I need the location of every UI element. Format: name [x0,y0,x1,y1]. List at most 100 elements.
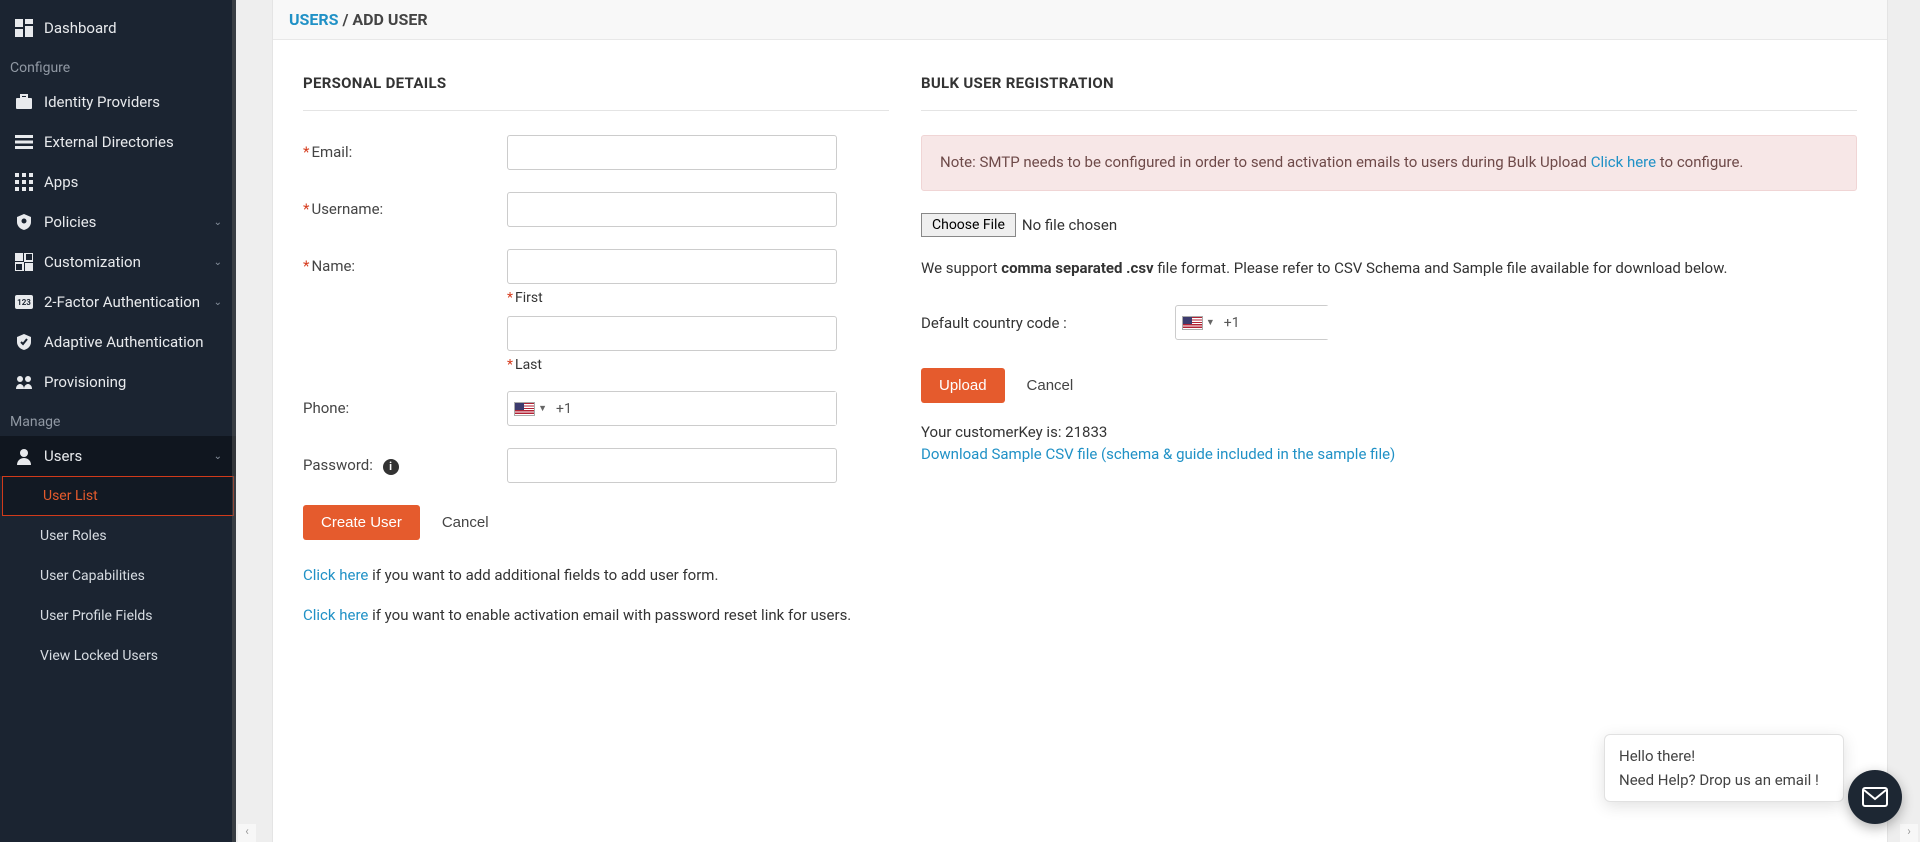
nav-2fa[interactable]: 123 2-Factor Authentication ⌄ [0,282,236,322]
country-code-label: Default country code : [921,314,1067,332]
row-password: Password: i [303,448,889,483]
chat-line-2: Need Help? Drop us an email ! [1619,771,1829,789]
mail-icon [1862,787,1888,807]
section-configure: Configure [0,48,236,82]
personal-details-column: PERSONAL DETAILS *Email: *Username: [303,74,889,812]
label-username: *Username: [303,192,507,227]
divider [303,110,889,111]
breadcrumb-sep: / [339,10,353,29]
info-icon[interactable]: i [383,459,399,475]
label-name: *Name: [303,249,507,373]
file-row: Choose File No file chosen [921,213,1857,237]
alert-text-post: to configure. [1656,153,1743,171]
shield-icon [14,212,34,232]
support-text: We support comma separated .csv file for… [921,257,1857,280]
nav-adaptive-auth[interactable]: Adaptive Authentication [0,322,236,362]
bulk-buttons: Upload Cancel [921,368,1857,403]
subnav-user-roles[interactable]: User Roles [0,516,236,556]
nav-identity-providers[interactable]: Identity Providers [0,82,236,122]
choose-file-button[interactable]: Choose File [921,213,1016,237]
subnav-label: User List [43,488,98,504]
input-phone[interactable] [580,392,836,425]
input-password[interactable] [507,448,837,483]
download-sample-link[interactable]: Download Sample CSV file (schema & guide… [921,445,1395,463]
label-email: *Email: [303,135,507,170]
bulk-registration-title: BULK USER REGISTRATION [921,74,1857,92]
sidebar: Dashboard Configure Identity Providers E… [0,0,236,842]
chat-popover[interactable]: Hello there! Need Help? Drop us an email… [1604,734,1844,802]
shield-check-icon [14,332,34,352]
label-name-text: Name: [311,257,355,275]
twofa-icon: 123 [14,292,34,312]
hint-additional-fields-link[interactable]: Click here [303,566,368,584]
create-user-button[interactable]: Create User [303,505,420,540]
subnav-user-list[interactable]: User List [2,476,234,516]
subnav-user-capabilities[interactable]: User Capabilities [0,556,236,596]
nav-label: External Directories [44,133,174,151]
label-username-text: Username: [311,200,383,218]
row-name: *Name: *First *Last [303,249,889,373]
breadcrumb-current: ADD USER [352,10,427,29]
briefcase-icon [14,92,34,112]
chevron-down-icon: ⌄ [214,297,222,308]
customer-key-label: Your customerKey is: [921,423,1065,441]
customize-icon [14,252,34,272]
chat-fab[interactable] [1848,770,1902,824]
country-code-selector[interactable]: ▼ [1176,316,1216,330]
bulk-cancel-button[interactable]: Cancel [1009,368,1092,403]
main-area: USERS / ADD USER PERSONAL DETAILS *Email… [236,0,1920,842]
input-last-name[interactable] [507,316,837,351]
chevron-down-icon: ⌄ [214,451,222,462]
breadcrumb: USERS / ADD USER [273,0,1887,40]
cancel-button[interactable]: Cancel [424,505,507,540]
breadcrumb-users-link[interactable]: USERS [289,10,339,29]
hint-additional-fields: Click here if you want to add additional… [303,566,889,584]
chevron-down-icon: ⌄ [214,257,222,268]
nav-apps[interactable]: Apps [0,162,236,202]
subnav-view-locked-users[interactable]: View Locked Users [0,636,236,676]
nav-label: 2-Factor Authentication [44,293,200,311]
row-email: *Email: [303,135,889,170]
nav-provisioning[interactable]: Provisioning [0,362,236,402]
input-username[interactable] [507,192,837,227]
phone-country-selector[interactable]: ▼ [508,402,548,416]
customer-key-line: Your customerKey is: 21833 [921,423,1857,441]
input-country-code[interactable] [1248,306,1437,339]
hint-activation-email-text: if you want to enable activation email w… [368,606,851,624]
nav-dashboard[interactable]: Dashboard [0,8,236,48]
country-code-input-wrap: ▼ +1 [1175,305,1329,340]
alert-configure-link[interactable]: Click here [1591,153,1656,171]
phone-input-wrap: ▼ +1 [507,391,837,426]
nav-customization[interactable]: Customization ⌄ [0,242,236,282]
upload-button[interactable]: Upload [921,368,1005,403]
form-buttons: Create User Cancel [303,505,889,540]
label-email-text: Email: [311,143,352,161]
nav-policies[interactable]: Policies ⌄ [0,202,236,242]
nav-label: Policies [44,213,96,231]
nav-external-directories[interactable]: External Directories [0,122,236,162]
input-email[interactable] [507,135,837,170]
sublabel-last: *Last [507,357,889,373]
caret-down-icon: ▼ [1206,317,1215,328]
customer-key-value: 21833 [1065,423,1107,441]
caret-down-icon: ▼ [538,403,547,414]
nav-users[interactable]: Users ⌄ [0,436,236,476]
provisioning-icon [14,372,34,392]
subnav-user-profile-fields[interactable]: User Profile Fields [0,596,236,636]
content-body: PERSONAL DETAILS *Email: *Username: [273,44,1887,842]
hint-activation-email-link[interactable]: Click here [303,606,368,624]
divider [921,110,1857,111]
input-first-name[interactable] [507,249,837,284]
list-icon [14,132,34,152]
alert-text-pre: Note: SMTP needs to be configured in ord… [940,153,1591,171]
bulk-registration-column: BULK USER REGISTRATION Note: SMTP needs … [921,74,1857,812]
country-code-prefix: +1 [1216,315,1248,331]
chat-line-1: Hello there! [1619,747,1829,765]
label-phone: Phone: [303,391,507,426]
row-username: *Username: [303,192,889,227]
dashboard-icon [14,18,34,38]
smtp-alert: Note: SMTP needs to be configured in ord… [921,135,1857,191]
label-password: Password: i [303,448,507,483]
nav-label: Provisioning [44,373,126,391]
nav-label: Apps [44,173,78,191]
